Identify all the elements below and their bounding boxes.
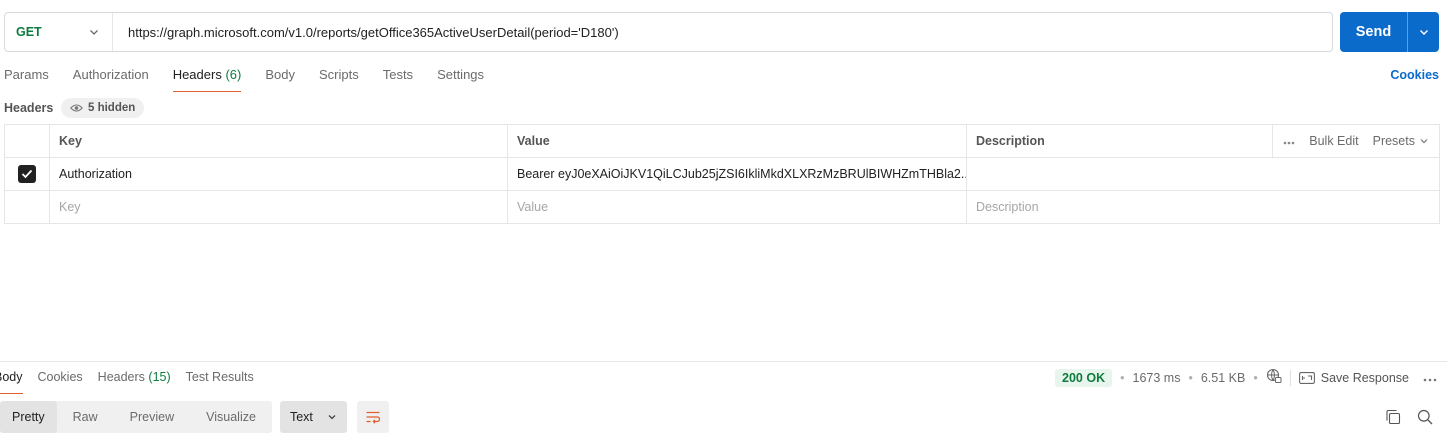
response-view-bar: Pretty Raw Preview Visualize Text <box>0 401 389 433</box>
request-url-bar: GET https://graph.microsoft.com/v1.0/rep… <box>4 12 1333 52</box>
new-value-input[interactable]: Value <box>508 191 967 223</box>
tab-settings[interactable]: Settings <box>437 66 484 92</box>
tab-scripts[interactable]: Scripts <box>319 66 359 92</box>
headers-table: Key Value Description Bulk Edit Presets … <box>4 124 1440 224</box>
response-tab-cookies[interactable]: Cookies <box>38 370 83 394</box>
separator-dot: • <box>1253 370 1258 385</box>
header-key-cell[interactable]: Authorization <box>50 158 508 190</box>
separator-dot: • <box>1188 370 1193 385</box>
copy-icon[interactable] <box>1385 409 1401 428</box>
response-stats: 200 OK • 1673 ms • 6.51 KB • Save Respon… <box>1055 368 1437 387</box>
cookies-link[interactable]: Cookies <box>1390 68 1439 82</box>
wrap-lines-button[interactable] <box>356 401 389 433</box>
response-tab-headers-count: (15) <box>148 370 171 384</box>
view-mode-preview[interactable]: Preview <box>114 401 190 433</box>
response-time[interactable]: 1673 ms <box>1133 371 1181 385</box>
request-tabs: Params Authorization Headers (6) Body Sc… <box>4 66 508 92</box>
chevron-down-icon <box>1419 30 1428 35</box>
table-row: Authorization Bearer eyJ0eXAiOiJKV1QiLCJ… <box>5 158 1439 191</box>
column-header-value: Value <box>508 125 967 157</box>
response-size[interactable]: 6.51 KB <box>1201 371 1245 385</box>
row-enable-cell <box>5 191 50 223</box>
table-tools: Bulk Edit Presets <box>1272 125 1439 157</box>
tab-body[interactable]: Body <box>265 66 295 92</box>
table-header-row: Key Value Description Bulk Edit Presets <box>5 125 1439 158</box>
send-button[interactable]: Send <box>1340 24 1407 40</box>
wrap-lines-icon <box>366 411 380 424</box>
tab-authorization[interactable]: Authorization <box>73 66 149 92</box>
tab-params[interactable]: Params <box>4 66 49 92</box>
table-row-new: Key Value Description <box>5 191 1439 223</box>
checkmark-icon <box>21 169 33 179</box>
new-key-input[interactable]: Key <box>50 191 508 223</box>
send-button-group: Send <box>1340 12 1439 52</box>
hidden-headers-toggle[interactable]: 5 hidden <box>61 98 145 118</box>
response-tabs: Body Cookies Headers (15) Test Results <box>0 370 269 394</box>
response-divider[interactable] <box>0 361 1447 362</box>
tab-headers-label: Headers <box>172 67 222 82</box>
tab-headers[interactable]: Headers (6) <box>172 66 242 92</box>
method-select[interactable]: GET <box>5 13 113 51</box>
status-badge[interactable]: 200 OK <box>1055 368 1113 387</box>
view-mode-pretty[interactable]: Pretty <box>0 401 57 433</box>
view-mode-segmented-control: Pretty Raw Preview Visualize <box>0 401 272 433</box>
bulk-edit-button[interactable]: Bulk Edit <box>1309 134 1358 148</box>
row-enable-cell <box>5 158 50 190</box>
save-response-label: Save Response <box>1320 370 1409 385</box>
chevron-down-icon <box>328 415 336 420</box>
response-tab-body[interactable]: Body <box>0 370 23 394</box>
search-icon[interactable] <box>1417 409 1433 428</box>
response-tab-test-results[interactable]: Test Results <box>186 370 254 394</box>
new-description-input[interactable]: Description <box>967 191 1439 223</box>
checkbox-column-header <box>5 125 50 157</box>
tab-headers-count: (6) <box>225 67 242 82</box>
chevron-down-icon <box>88 26 100 41</box>
response-tab-headers-label: Headers <box>97 370 145 384</box>
more-options-icon[interactable] <box>1283 134 1295 148</box>
header-description-cell[interactable] <box>967 158 1439 190</box>
tab-tests[interactable]: Tests <box>383 66 413 92</box>
column-header-key: Key <box>50 125 508 157</box>
save-response-icon <box>1298 371 1315 384</box>
more-options-icon[interactable] <box>1423 371 1437 385</box>
response-actions <box>1385 409 1433 428</box>
presets-label: Presets <box>1372 134 1415 148</box>
network-globe-icon[interactable] <box>1266 368 1282 387</box>
view-mode-raw[interactable]: Raw <box>57 401 114 433</box>
column-header-description: Description Bulk Edit Presets <box>967 125 1439 157</box>
header-value-cell[interactable]: Bearer eyJ0eXAiOiJKV1QiLCJub25jZSI6IkliM… <box>508 158 967 190</box>
row-enable-checkbox[interactable] <box>18 165 36 183</box>
method-label: GET <box>16 25 42 39</box>
column-header-description-label: Description <box>976 134 1045 148</box>
save-response-button[interactable]: Save Response <box>1298 370 1409 385</box>
presets-dropdown[interactable]: Presets <box>1373 134 1429 148</box>
format-label: Text <box>289 410 313 424</box>
eye-icon <box>70 104 83 112</box>
headers-section-title: Headers <box>4 101 54 115</box>
send-options-button[interactable] <box>1407 12 1439 52</box>
separator-dot: • <box>1120 370 1125 385</box>
url-input[interactable]: https://graph.microsoft.com/v1.0/reports… <box>113 25 619 40</box>
view-mode-visualize[interactable]: Visualize <box>190 401 272 433</box>
hidden-headers-label: 5 hidden <box>88 102 136 114</box>
format-select[interactable]: Text <box>279 401 347 433</box>
divider <box>1289 369 1291 386</box>
response-tab-headers[interactable]: Headers (15) <box>98 370 171 394</box>
chevron-down-icon <box>1420 139 1428 144</box>
